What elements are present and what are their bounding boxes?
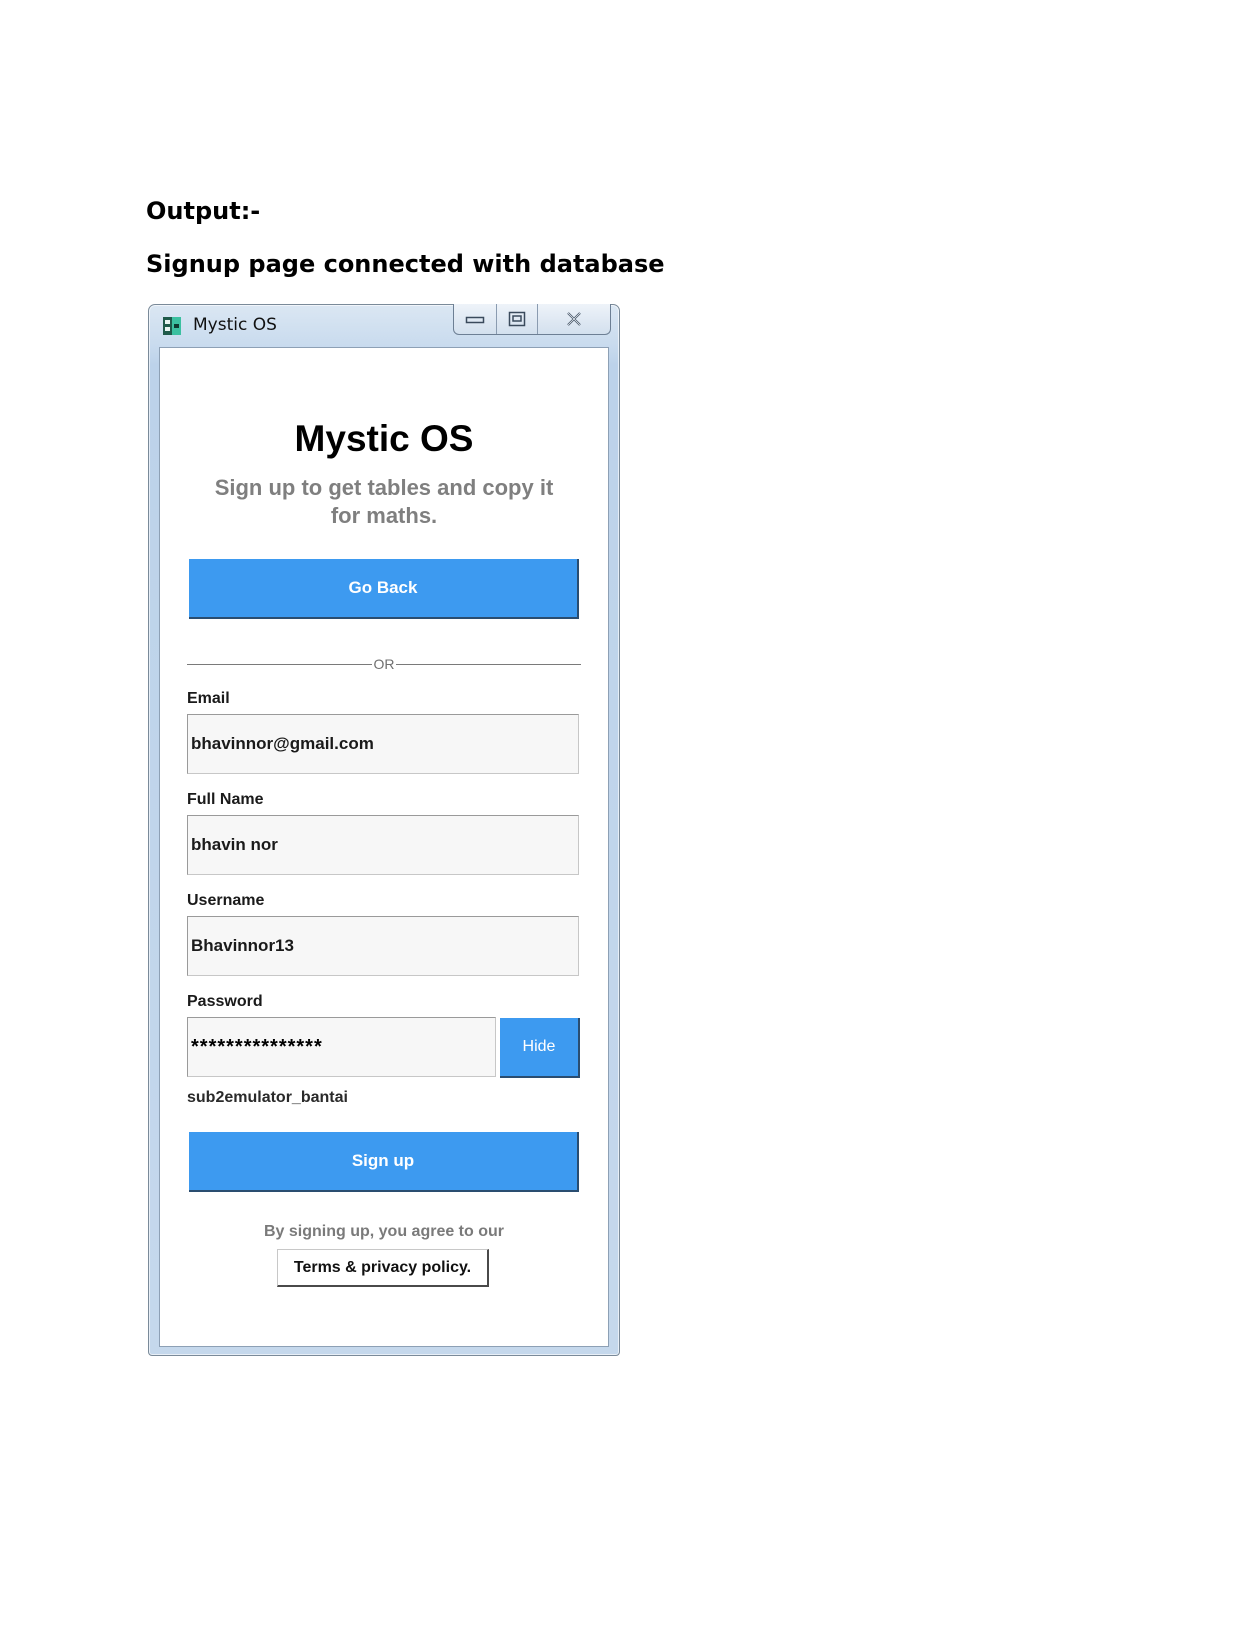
minimize-icon [465, 316, 485, 324]
title-bar[interactable]: Mystic OS [149, 304, 619, 347]
window-content: Mystic OS Sign up to get tables and copy… [159, 347, 609, 1347]
full-name-label: Full Name [187, 791, 264, 808]
terms-privacy-button[interactable]: Terms & privacy policy. [277, 1249, 489, 1287]
divider-text: OR [373, 656, 395, 672]
hide-password-button[interactable]: Hide [500, 1018, 580, 1078]
revealed-password-text: sub2emulator_bantai [187, 1089, 348, 1106]
email-field[interactable] [187, 714, 579, 774]
divider-line-right [396, 664, 581, 665]
maximize-icon [508, 311, 526, 327]
minimize-button[interactable] [454, 304, 496, 334]
document-heading-caption: Signup page connected with database [146, 250, 665, 278]
go-back-button[interactable]: Go Back [189, 559, 579, 619]
full-name-field[interactable] [187, 815, 579, 875]
or-divider: OR [187, 656, 581, 672]
email-label: Email [187, 690, 230, 707]
password-label: Password [187, 993, 263, 1010]
divider-line-left [187, 664, 372, 665]
sign-up-button[interactable]: Sign up [189, 1132, 579, 1192]
password-field[interactable] [187, 1017, 496, 1077]
app-title: Mystic OS [294, 418, 474, 459]
window-controls [453, 304, 611, 335]
close-button[interactable] [537, 304, 610, 334]
document-heading-output: Output:- [146, 197, 261, 225]
maximize-button[interactable] [496, 304, 537, 334]
window-title: Mystic OS [193, 315, 277, 335]
agreement-text: By signing up, you agree to our [263, 1223, 504, 1240]
app-subtitle: Sign up to get tables and copy it for ma… [214, 475, 554, 528]
close-icon [567, 312, 581, 326]
app-icon [163, 317, 181, 335]
username-label: Username [187, 892, 265, 909]
username-field[interactable] [187, 916, 579, 976]
app-window: Mystic OS Mystic OS Sign up to get table… [148, 304, 620, 1356]
